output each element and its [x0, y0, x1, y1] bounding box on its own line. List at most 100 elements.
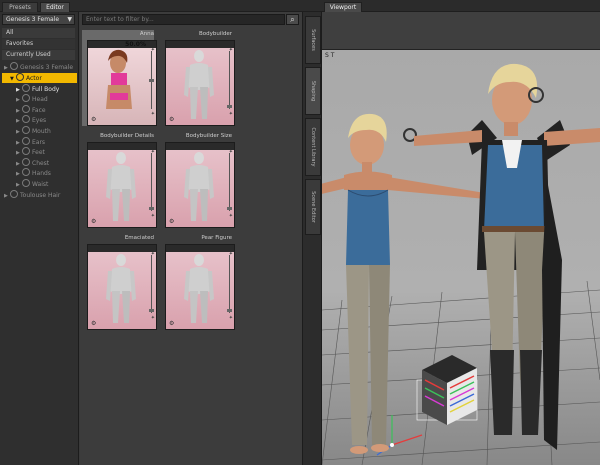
morph-card[interactable]: Emaciated ✦ ✦ ⚙ — [82, 234, 157, 330]
nav-currently-used[interactable]: Currently Used — [2, 50, 75, 60]
morph-thumbnail[interactable]: ✦ ✦ ⚙ — [87, 244, 157, 330]
tree-item[interactable]: ▶ Toulouse Hair — [2, 189, 77, 201]
morph-card[interactable]: Pear Figure ✦ ✦ ⚙ — [160, 234, 235, 330]
tree-item-label: Feet — [32, 149, 45, 157]
increase-icon[interactable]: ✦ — [151, 251, 155, 257]
side-tab-shaping[interactable]: Shaping — [305, 67, 321, 115]
tree-item-label: Head — [32, 96, 48, 104]
filter-search-input[interactable]: Enter text to filter by... — [82, 14, 285, 25]
tree-item-label: Hands — [32, 170, 51, 178]
body-preview-figure — [184, 152, 214, 221]
decrease-icon[interactable]: ✦ — [229, 315, 233, 321]
tree-item[interactable]: ▶ Face — [2, 104, 77, 115]
morph-value-slider[interactable] — [149, 255, 154, 313]
tree-item-label: Toulouse Hair — [20, 191, 61, 199]
side-tab-scene-editor-label: Scene Editor — [310, 191, 316, 223]
morph-card[interactable]: Anna 50.0% ✦ ✦ ⚙ — [82, 30, 157, 126]
slider-knob[interactable] — [149, 207, 154, 210]
tree-item[interactable]: ▶ Mouth — [2, 126, 77, 136]
slider-knob[interactable] — [149, 79, 154, 82]
decrease-icon[interactable]: ✦ — [151, 111, 155, 117]
slider-track — [229, 153, 230, 211]
tree-item[interactable]: ▶ Full Body — [2, 83, 77, 95]
magnifier-icon[interactable]: ⌕ — [286, 14, 299, 25]
increase-icon[interactable]: ✦ — [229, 149, 233, 155]
side-tab-content-library[interactable]: Content Library — [305, 118, 321, 176]
morph-thumbnail[interactable]: ✦ ✦ ⚙ — [165, 142, 235, 228]
figure-node-icon — [22, 126, 30, 134]
tree-item[interactable]: ▶ Eyes — [2, 115, 77, 125]
nav-favorites[interactable]: Favorites — [2, 39, 75, 49]
figure-node-icon — [16, 73, 24, 81]
textured-cube — [422, 355, 477, 425]
decrease-icon[interactable]: ✦ — [229, 213, 233, 219]
tree-item[interactable]: ▶ Hands — [2, 168, 77, 178]
decrease-icon[interactable]: ✦ — [151, 213, 155, 219]
increase-icon[interactable]: ✦ — [151, 149, 155, 155]
increase-icon[interactable]: ✦ — [151, 47, 155, 53]
slider-knob[interactable] — [227, 207, 232, 210]
morph-thumbnail[interactable]: ✦ ✦ ⚙ — [87, 142, 157, 228]
chevron-right-icon[interactable]: ▶ — [4, 191, 10, 201]
figure-node-icon — [10, 189, 18, 198]
chevron-right-icon[interactable]: ▶ — [16, 85, 22, 95]
side-tab-content-library-label: Content Library — [310, 127, 316, 167]
tree-item[interactable]: ▶ Ears — [2, 136, 77, 148]
tree-item[interactable]: ▶ Genesis 3 Female — [2, 62, 77, 72]
tree-item-label: Mouth — [32, 128, 51, 135]
tab-editor[interactable]: Editor — [40, 2, 70, 12]
tree-item[interactable]: ▶ Chest — [2, 157, 77, 168]
slider-knob[interactable] — [227, 309, 232, 312]
decrease-icon[interactable]: ✦ — [151, 315, 155, 321]
increase-icon[interactable]: ✦ — [229, 251, 233, 257]
tree-item[interactable]: ▶ Waist — [2, 179, 77, 189]
figure-node-icon — [22, 94, 30, 103]
tab-presets[interactable]: Presets — [2, 2, 38, 12]
gear-icon[interactable]: ⚙ — [91, 116, 96, 123]
figure-node-icon — [22, 83, 30, 92]
chevron-right-icon[interactable]: ▶ — [16, 138, 22, 148]
morph-thumbnail[interactable]: ✦ ✦ ⚙ — [165, 40, 235, 126]
nav-all[interactable]: All — [2, 28, 75, 38]
tree-item-label: Eyes — [32, 117, 47, 125]
morph-card-title: Pear Figure — [201, 235, 232, 241]
gear-icon[interactable]: ⚙ — [91, 218, 96, 225]
morph-value-slider[interactable] — [227, 153, 232, 211]
increase-icon[interactable]: ✦ — [229, 47, 233, 53]
tree-item-label: Full Body — [32, 85, 60, 93]
morph-value-slider[interactable] — [227, 255, 232, 313]
viewport-scene — [322, 63, 600, 465]
morph-value-slider[interactable] — [149, 51, 154, 109]
morph-thumbnail[interactable]: ✦ ✦ ⚙ — [165, 244, 235, 330]
gear-icon[interactable]: ⚙ — [91, 320, 96, 327]
gear-icon[interactable]: ⚙ — [169, 218, 174, 225]
slider-knob[interactable] — [149, 309, 154, 312]
tree-item[interactable]: ▼ Actor — [2, 73, 77, 83]
morph-card-title: Bodybuilder Details — [100, 133, 154, 139]
viewport-canvas[interactable]: S T — [322, 50, 600, 465]
morph-value-slider[interactable] — [227, 51, 232, 109]
morph-card[interactable]: Bodybuilder Size ✦ ✦ ⚙ — [160, 132, 235, 228]
side-tab-surfaces[interactable]: Surfaces — [305, 16, 321, 64]
slider-track — [229, 51, 230, 109]
tree-item[interactable]: ▶ Head — [2, 94, 77, 104]
decrease-icon[interactable]: ✦ — [229, 111, 233, 117]
left-tree-panel: Genesis 3 Female ▼ All Favorites Current… — [0, 12, 79, 465]
figure-node-icon — [22, 136, 30, 145]
tab-strip — [0, 0, 600, 12]
side-tab-scene-editor[interactable]: Scene Editor — [305, 179, 321, 235]
slider-knob[interactable] — [227, 105, 232, 108]
tree-item-label: Actor — [26, 75, 42, 82]
tab-viewport[interactable]: Viewport — [324, 2, 362, 12]
gear-icon[interactable]: ⚙ — [169, 320, 174, 327]
morph-card-title: Bodybuilder Size — [185, 133, 232, 139]
viewport-panel: S T — [322, 12, 600, 465]
morph-card[interactable]: Bodybuilder Details ✦ ✦ ⚙ — [82, 132, 157, 228]
figure-node-icon — [22, 147, 30, 156]
morph-value-slider[interactable] — [149, 153, 154, 211]
morph-thumbnail[interactable]: 50.0% ✦ ✦ ⚙ — [87, 40, 157, 126]
morph-card[interactable]: Bodybuilder ✦ ✦ ⚙ — [160, 30, 235, 126]
tree-item[interactable]: ▶ Feet — [2, 147, 77, 157]
figure-selector-dropdown[interactable]: Genesis 3 Female ▼ — [2, 14, 75, 25]
gear-icon[interactable]: ⚙ — [169, 116, 174, 123]
